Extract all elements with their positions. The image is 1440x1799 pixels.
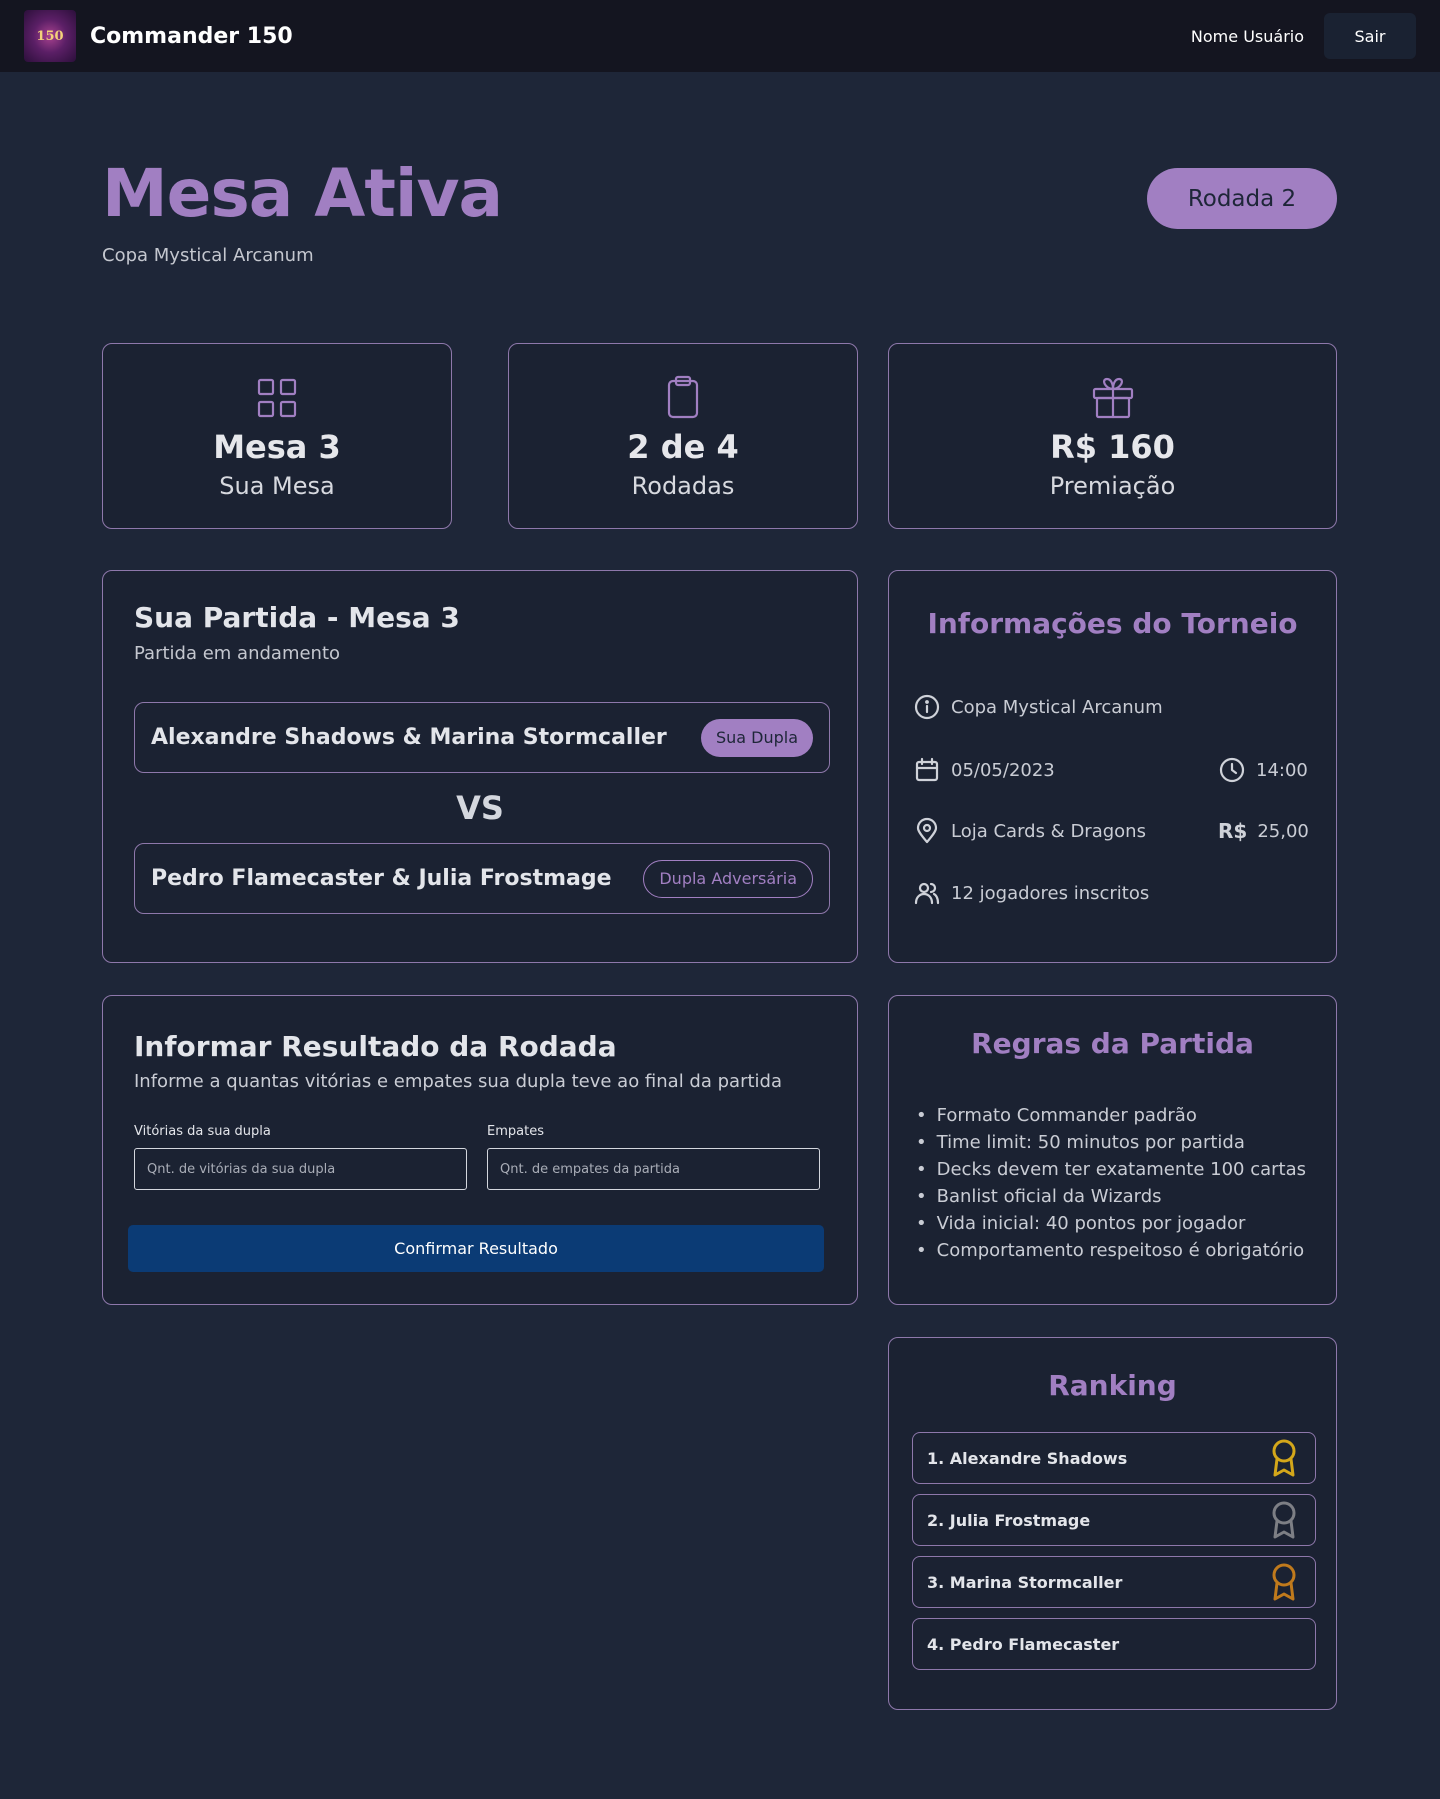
location-pin-icon — [916, 817, 938, 844]
match-status: Partida em andamento — [134, 643, 341, 664]
tournament-date-row: 05/05/2023 — [913, 756, 1055, 784]
stat-card-table: Mesa 3 Sua Mesa — [102, 343, 452, 529]
result-form-subtitle: Informe a quantas vitórias e empates sua… — [134, 1071, 782, 1092]
nav-right: Nome Usuário Sair — [1191, 13, 1416, 59]
stat-value: R$ 160 — [1050, 428, 1175, 466]
app-logo[interactable]: 150 — [24, 10, 76, 62]
rule-item: Vida inicial: 40 pontos por jogador — [916, 1210, 1306, 1237]
rule-item: Decks devem ter exatamente 100 cartas — [916, 1156, 1306, 1183]
ranking-card: Ranking 1. Alexandre Shadows 2. Julia Fr… — [888, 1337, 1337, 1710]
bronze-medal-icon — [1272, 1563, 1296, 1601]
navbar: 150 Commander 150 Nome Usuário Sair — [0, 0, 1440, 72]
ranking-row: 2. Julia Frostmage — [912, 1494, 1316, 1546]
rule-item: Banlist oficial da Wizards — [916, 1183, 1306, 1210]
team-opponent-row: Pedro Flamecaster & Julia Frostmage Dupl… — [134, 843, 830, 914]
ranking-player: 2. Julia Frostmage — [927, 1510, 1091, 1530]
ranking-row: 4. Pedro Flamecaster — [912, 1618, 1316, 1670]
app-title[interactable]: Commander 150 — [90, 24, 293, 49]
tournament-location: Loja Cards & Dragons — [951, 820, 1146, 842]
rules-list: Formato Commander padrão Time limit: 50 … — [916, 1102, 1306, 1264]
tournament-time-row: 14:00 — [1218, 756, 1308, 784]
match-card: Sua Partida - Mesa 3 Partida em andament… — [102, 570, 858, 963]
tournament-fee: 25,00 — [1257, 820, 1309, 842]
tournament-name-row: Copa Mystical Arcanum — [913, 693, 1163, 721]
tournament-info-card: Informações do Torneio Copa Mystical Arc… — [888, 570, 1337, 963]
team-opponent-name: Pedro Flamecaster & Julia Frostmage — [151, 866, 612, 891]
rule-item: Formato Commander padrão — [916, 1102, 1306, 1129]
logout-button[interactable]: Sair — [1324, 13, 1416, 59]
result-form-title: Informar Resultado da Rodada — [134, 1030, 617, 1063]
tournament-players-row: 12 jogadores inscritos — [913, 879, 1149, 907]
stat-card-prize: R$ 160 Premiação — [888, 343, 1337, 529]
tournament-time: 14:00 — [1256, 759, 1308, 781]
rules-title: Regras da Partida — [971, 1027, 1254, 1060]
ranking-row: 1. Alexandre Shadows — [912, 1432, 1316, 1484]
ranking-player: 4. Pedro Flamecaster — [927, 1634, 1120, 1654]
page-title: Mesa Ativa — [102, 155, 503, 232]
rules-card: Regras da Partida Formato Commander padr… — [888, 995, 1337, 1305]
stat-label: Sua Mesa — [219, 472, 335, 500]
draws-label: Empates — [487, 1124, 544, 1139]
round-badge: Rodada 2 — [1147, 168, 1337, 229]
app-logo-text: 150 — [36, 28, 64, 44]
match-title: Sua Partida - Mesa 3 — [134, 601, 460, 634]
ranking-player: 1. Alexandre Shadows — [927, 1448, 1128, 1468]
ranking-player: 3. Marina Stormcaller — [927, 1572, 1123, 1592]
tournament-location-row: Loja Cards & Dragons — [913, 817, 1146, 845]
tournament-fee-row: R$ 25,00 — [1218, 819, 1309, 843]
stat-label: Premiação — [1049, 472, 1176, 500]
rule-item: Comportamento respeitoso é obrigatório — [916, 1237, 1306, 1264]
grid-icon — [257, 378, 297, 418]
team-own-row: Alexandre Shadows & Marina Stormcaller S… — [134, 702, 830, 773]
info-icon — [914, 694, 940, 720]
ranking-row: 3. Marina Stormcaller — [912, 1556, 1316, 1608]
team-own-badge: Sua Dupla — [700, 718, 813, 757]
wins-label: Vitórias da sua dupla — [134, 1124, 271, 1139]
clipboard-icon — [667, 375, 699, 419]
gift-icon — [1092, 377, 1133, 419]
tournament-name: Copa Mystical Arcanum — [951, 696, 1163, 718]
calendar-icon — [915, 757, 939, 782]
ranking-title: Ranking — [1048, 1369, 1177, 1402]
tournament-players: 12 jogadores inscritos — [951, 882, 1150, 904]
rule-item: Time limit: 50 minutos por partida — [916, 1129, 1306, 1156]
currency-icon: R$ — [1218, 819, 1248, 843]
draws-input[interactable] — [487, 1148, 820, 1190]
tournament-date: 05/05/2023 — [951, 759, 1055, 781]
users-icon — [914, 882, 940, 905]
gold-medal-icon — [1272, 1439, 1296, 1477]
silver-medal-icon — [1272, 1501, 1296, 1539]
stat-value: Mesa 3 — [213, 428, 341, 466]
team-own-name: Alexandre Shadows & Marina Stormcaller — [151, 725, 667, 750]
clock-icon — [1219, 757, 1245, 783]
confirm-result-button[interactable]: Confirmar Resultado — [128, 1225, 824, 1272]
wins-input[interactable] — [134, 1148, 467, 1190]
tournament-info-title: Informações do Torneio — [927, 607, 1298, 640]
stat-label: Rodadas — [631, 472, 735, 500]
versus-label: VS — [456, 789, 504, 827]
username-link[interactable]: Nome Usuário — [1191, 27, 1304, 46]
page-subtitle: Copa Mystical Arcanum — [102, 245, 314, 266]
stat-value: 2 de 4 — [627, 428, 739, 466]
stat-card-rounds: 2 de 4 Rodadas — [508, 343, 858, 529]
team-opponent-badge: Dupla Adversária — [643, 859, 813, 898]
result-form-card: Informar Resultado da Rodada Informe a q… — [102, 995, 858, 1305]
